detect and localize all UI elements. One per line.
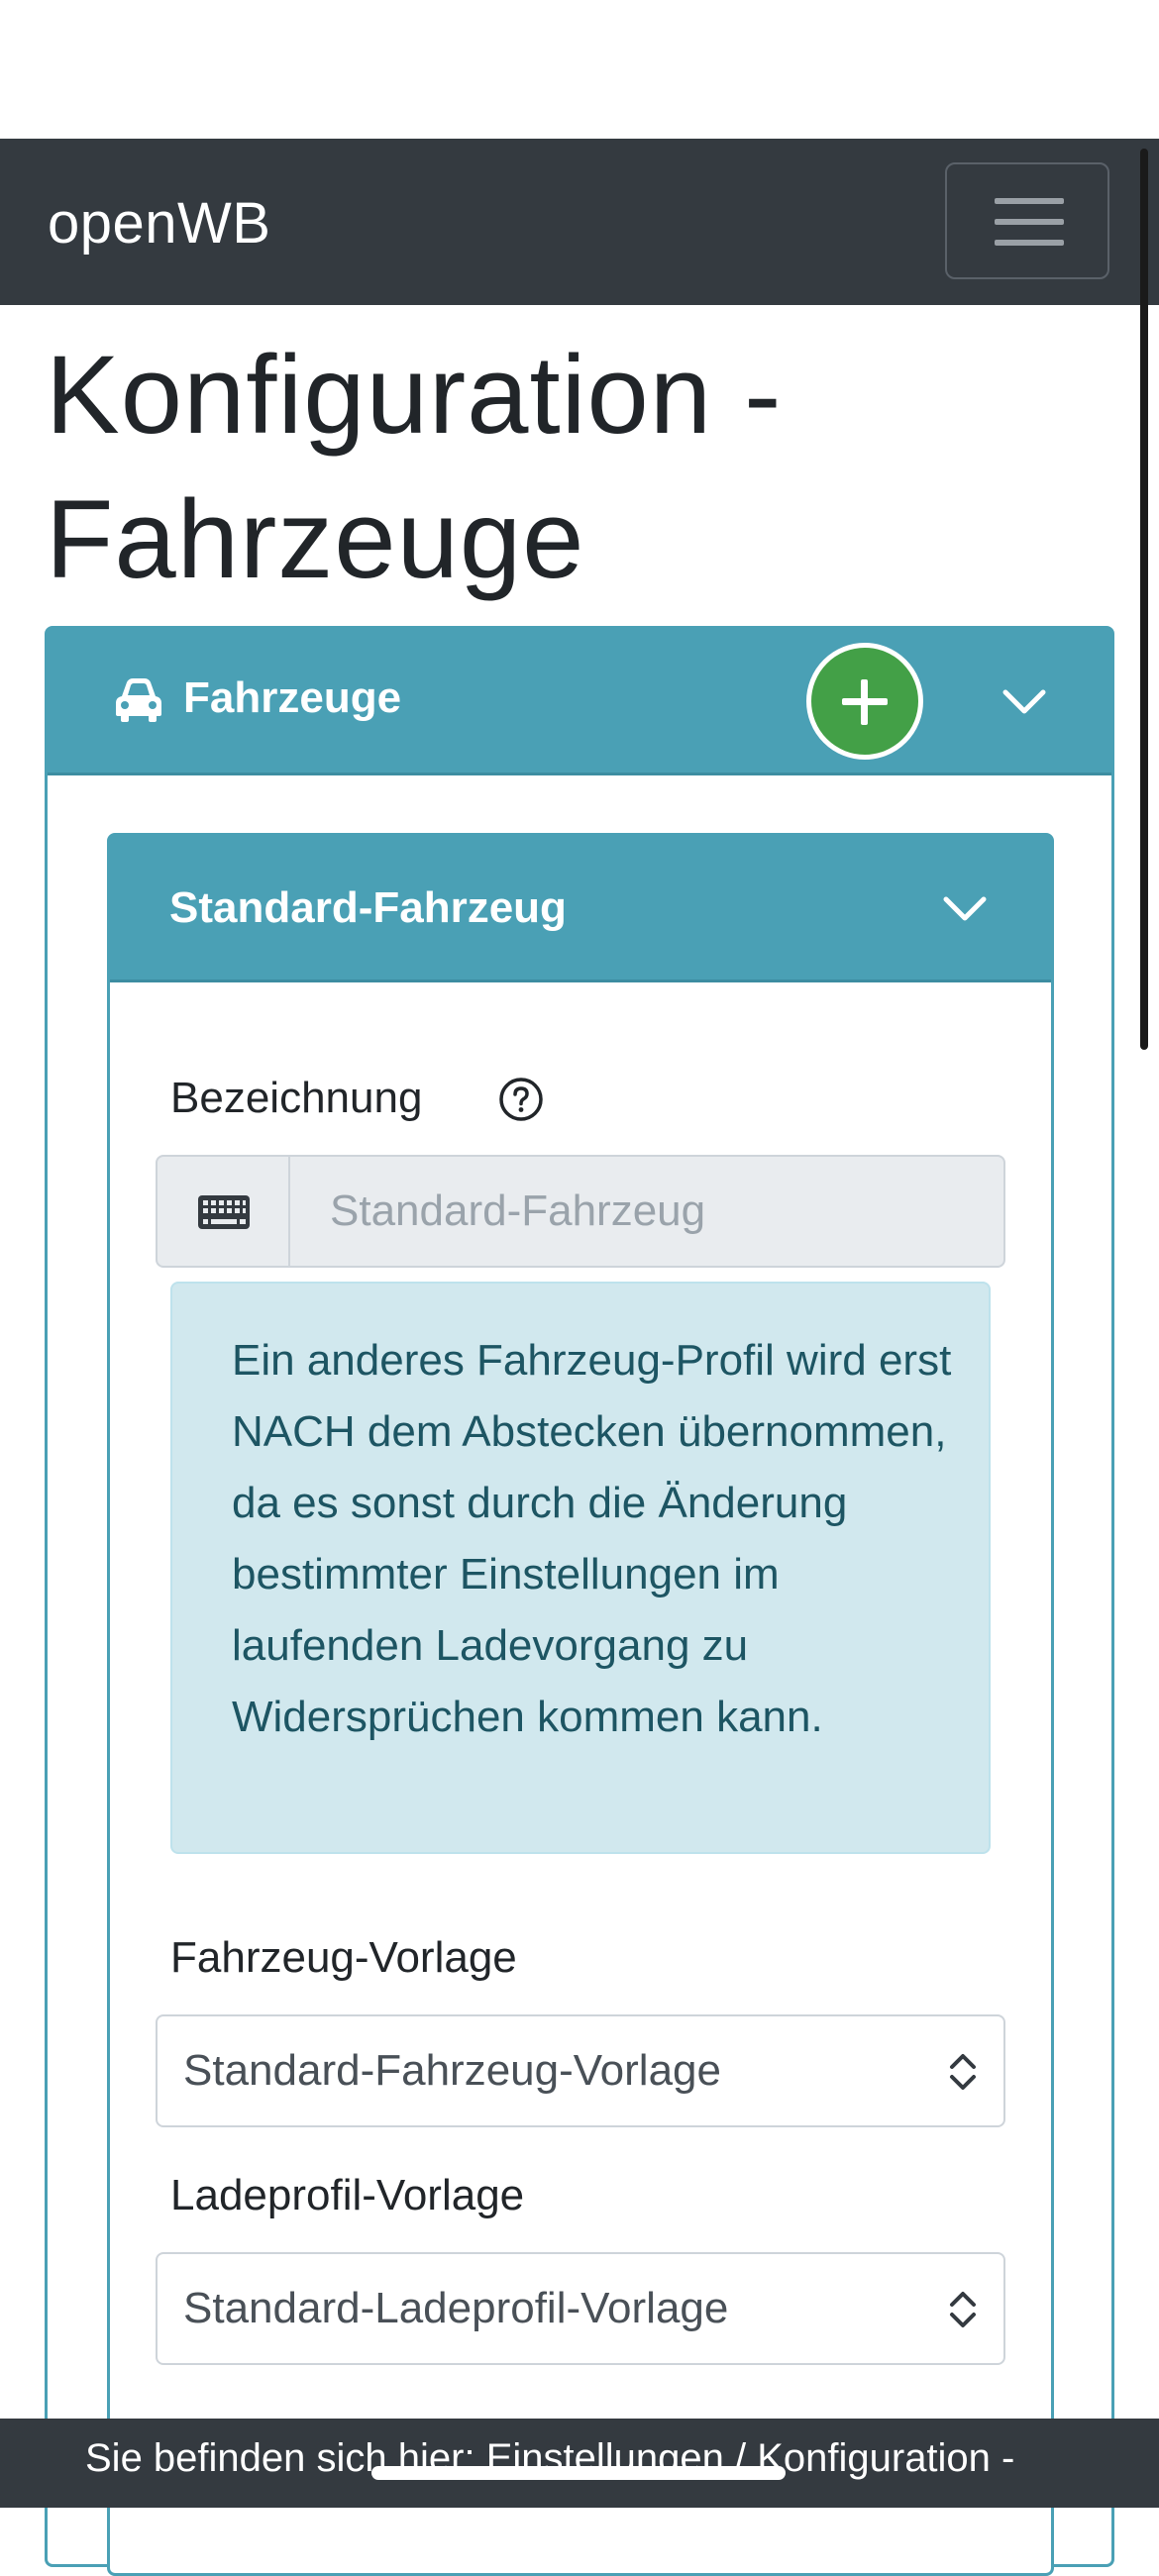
- vehicles-card-header[interactable]: Fahrzeuge: [48, 629, 1111, 775]
- menu-toggle-button[interactable]: [945, 162, 1109, 279]
- charge-template-select[interactable]: Standard-Ladeprofil-Vorlage: [156, 2252, 1005, 2365]
- chevron-down-icon[interactable]: [1001, 688, 1047, 716]
- brand-logo[interactable]: openWB: [48, 190, 270, 257]
- vehicle-template-select[interactable]: Standard-Fahrzeug-Vorlage: [156, 2014, 1005, 2127]
- select-arrows-icon: [950, 2292, 976, 2327]
- chevron-down-icon[interactable]: [942, 895, 988, 923]
- vehicle-card: Standard-Fahrzeug Bezeichnung Standard-F…: [107, 833, 1054, 2576]
- select-arrows-icon: [950, 2054, 976, 2090]
- add-vehicle-button[interactable]: [806, 643, 923, 760]
- name-label: Bezeichnung: [170, 1074, 423, 1122]
- page-title: Konfiguration - Fahrzeuge: [46, 333, 783, 601]
- name-field-prepend: [158, 1157, 290, 1266]
- navbar: openWB: [0, 139, 1159, 305]
- car-icon: [116, 678, 161, 722]
- vehicle-template-value: Standard-Fahrzeug-Vorlage: [183, 2046, 721, 2095]
- name-field[interactable]: Standard-Fahrzeug: [156, 1155, 1005, 1268]
- home-indicator[interactable]: [371, 2466, 786, 2480]
- footer-breadcrumb-bar: Sie befinden sich hier: Einstellungen / …: [0, 2419, 1159, 2508]
- name-field-value: Standard-Fahrzeug: [330, 1186, 706, 1235]
- charge-template-value: Standard-Ladeprofil-Vorlage: [183, 2284, 729, 2332]
- info-alert-text: Ein anderes Fahrzeug-Profil wird erst NA…: [232, 1336, 952, 1741]
- vehicle-template-label: Fahrzeug-Vorlage: [170, 1933, 517, 1982]
- vehicles-card-title: Fahrzeuge: [183, 673, 402, 722]
- charge-template-label: Ladeprofil-Vorlage: [170, 2171, 525, 2219]
- vehicles-card: Fahrzeuge Standard-Fahrzeug Bezeichnung: [45, 626, 1114, 2576]
- info-alert: Ein anderes Fahrzeug-Profil wird erst NA…: [170, 1282, 991, 1854]
- vehicle-card-title: Standard-Fahrzeug: [169, 883, 567, 932]
- vehicle-card-header[interactable]: Standard-Fahrzeug: [110, 836, 1051, 982]
- question-circle-icon[interactable]: [498, 1077, 544, 1122]
- scrollbar[interactable]: [1140, 149, 1148, 1050]
- status-bar: [0, 0, 1159, 139]
- keyboard-icon: [198, 1195, 250, 1229]
